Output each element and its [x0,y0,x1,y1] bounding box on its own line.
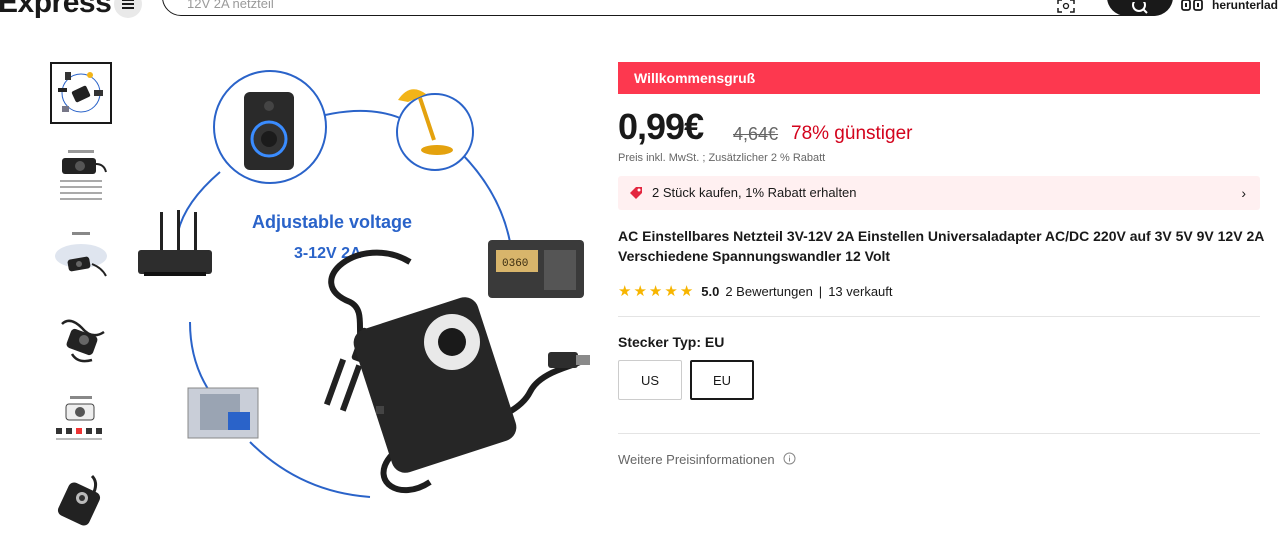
chevron-right-icon[interactable]: › [1241,185,1246,201]
current-price: 0,99€ [618,106,704,147]
star-icon: ★ [664,283,678,300]
welcome-banner: Willkommensgruß [618,62,1260,94]
rating-score: 5.0 [701,283,720,299]
product-overview-icon [58,72,103,113]
adapter-compatibility-icon [56,396,102,440]
svg-text:0360: 0360 [502,258,528,270]
rating-row[interactable]: ★ ★ ★ ★ ★ 5.0 2 Bewertungen | 13 verkauf… [618,282,893,300]
info-icon[interactable] [783,452,796,465]
image-heading: Adjustable voltage [252,212,412,232]
thumbnail-2[interactable] [50,144,112,206]
divider: | [818,283,823,299]
star-icon: ★ [633,283,647,300]
adapter-photo-icon [61,319,105,363]
component-illustration [187,387,259,439]
more-price-info-link[interactable]: Weitere Preisinformationen [618,452,796,467]
plug-option-us[interactable]: US [618,360,682,400]
tag-icon [630,187,642,199]
thumbnail-1[interactable] [50,62,112,124]
plug-option-eu[interactable]: EU [690,360,754,400]
thumbnail-4[interactable] [50,308,112,370]
product-title: AC Einstellbares Netzteil 3V-12V 2A Eins… [618,228,1264,264]
logo[interactable]: Express [0,0,112,20]
speaker-illustration [213,70,327,184]
original-price: 4,64€ [733,124,779,144]
star-icon: ★ [648,283,663,300]
rating-stars: ★ ★ ★ ★ ★ [618,282,693,300]
more-price-info-label: Weitere Preisinformationen [618,452,775,467]
menu-icon [122,0,134,9]
adapter-dial-closeup-icon [57,474,101,526]
app-download-label[interactable]: herunterlad [1212,0,1278,12]
main-product-image[interactable]: 0360 Adjustable voltage 3-12V 2A [130,62,600,532]
star-icon: ★ [618,283,632,300]
thumbnail-3[interactable] [50,226,112,288]
review-count[interactable]: 2 Bewertungen [725,284,812,299]
search-button[interactable] [1107,0,1173,16]
lamp-illustration [396,89,474,171]
divider [618,433,1260,434]
star-icon: ★ [679,283,694,300]
tax-note: Preis inkl. MwSt. ; Zusätzlicher 2 % Rab… [618,152,826,164]
menu-button[interactable] [114,0,142,18]
bulk-discount-promo[interactable]: 2 Stück kaufen, 1% Rabatt erhalten › [618,176,1260,210]
search-icon [1132,2,1148,14]
search-bar[interactable]: 12V 2A netzteil [162,0,1173,16]
radio-illustration: 0360 [488,240,584,298]
plug-type-label: Stecker Typ: EU [618,334,725,350]
search-input[interactable]: 12V 2A netzteil [187,0,274,11]
camera-search-icon[interactable] [1057,0,1075,13]
divider [618,316,1260,317]
thumbnail-5[interactable] [50,390,112,452]
discount-label: 78% günstiger [791,123,913,144]
adapter-dimensions-icon [60,150,107,200]
router-illustration [138,210,212,276]
promo-text: 2 Stück kaufen, 1% Rabatt erhalten [652,185,857,200]
sold-count: 13 verkauft [828,283,893,299]
qr-code-icon[interactable] [1180,0,1206,14]
thumbnail-6[interactable] [50,470,112,532]
world-map-adapter-icon [55,232,107,277]
